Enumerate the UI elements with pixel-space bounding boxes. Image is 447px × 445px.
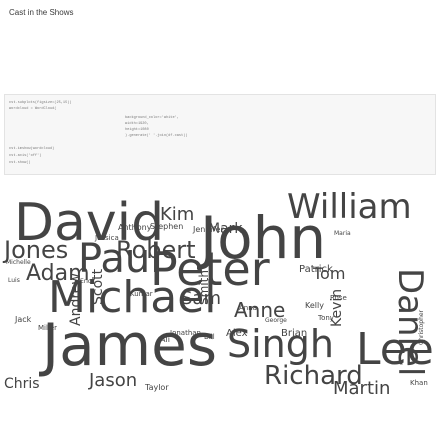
wordcloud-word: Michelle [6,259,31,266]
wordcloud-word: Patrick [299,264,333,275]
wordcloud-word: Rose [330,294,347,302]
wordcloud-word: Maria [334,230,351,237]
wordcloud-word: Jessica [94,234,119,242]
wordcloud-word: Scott [90,268,106,305]
wordcloud-word: Kumar [130,290,153,298]
wordcloud-word: Martin [333,378,390,399]
wordcloud-word: George [265,317,287,324]
wordcloud-word: Ali [160,335,170,344]
wordcloud-image: David JohnWilliamPaulPeterMichaelJames Sin… [2,180,436,445]
wordcloud-word: William [287,187,412,227]
wordcloud-word: Smith [197,270,211,305]
wordcloud-word: Kelly [305,301,324,310]
wordcloud-word: Miller [38,324,57,332]
wordcloud-word: Jack [14,315,32,324]
wordcloud-word: Khan [410,379,428,387]
wordcloud-word: James [39,311,217,379]
wordcloud-word: Jennifer [192,225,224,234]
wordcloud-word: Tony [317,314,334,322]
wordcloud-word: Anna [239,304,257,312]
wordcloud-word: Jonathan [169,329,201,337]
wordcloud-word: Robert [116,236,196,264]
wordcloud-word: Luis [8,277,20,284]
wordcloud-word: Alex [226,328,248,339]
wordcloud-word: Bill [204,333,215,341]
wordcloud-word: Taylor [144,383,169,392]
wordcloud-word: Anthony [118,223,152,232]
wordcloud-word: Stephen [150,222,183,231]
wordcloud-word: Eric [80,278,91,285]
wordcloud-word: Brian [281,328,307,339]
wordcloud-word: Christopher [418,309,425,345]
wordcloud-word: Chris [4,376,40,392]
wordcloud-word: Jason [88,370,137,391]
